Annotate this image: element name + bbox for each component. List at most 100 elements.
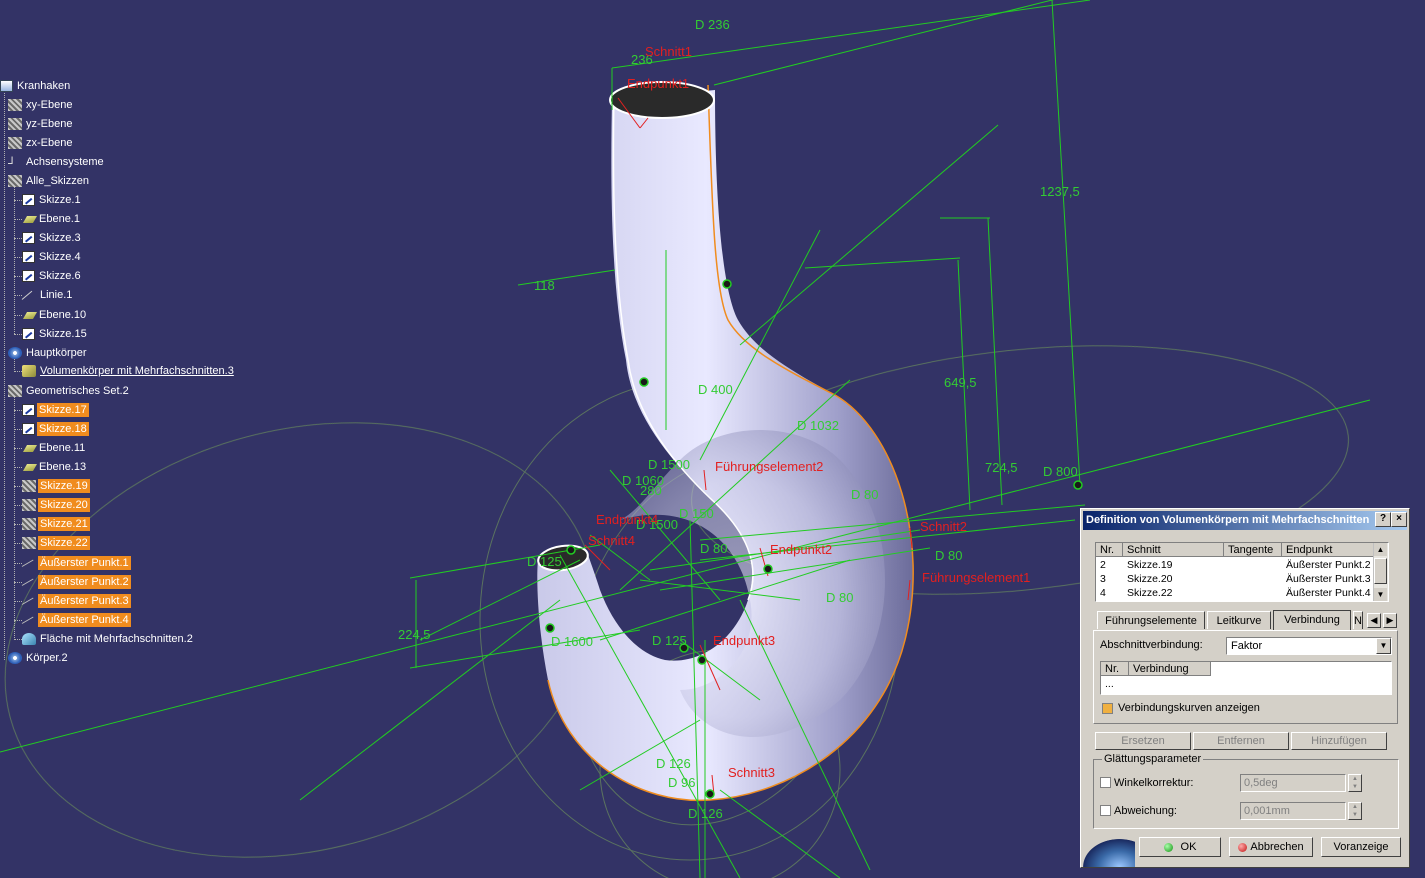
sections-header-nr[interactable]: Nr. xyxy=(1096,543,1123,557)
deviation-checkbox[interactable] xyxy=(1100,805,1111,816)
dimension-label[interactable]: D 125 xyxy=(652,633,687,648)
tree-node[interactable]: Skizze.4 xyxy=(22,249,83,265)
angular-correction-checkbox[interactable] xyxy=(1100,777,1111,788)
dimension-label[interactable]: D 126 xyxy=(656,756,691,771)
tree-node[interactable]: ⅃ Achsensysteme xyxy=(8,154,106,170)
angular-correction-input[interactable]: 0,5deg xyxy=(1240,774,1346,792)
coupling-header-verbindung[interactable]: Verbindung xyxy=(1129,662,1211,676)
tree-node[interactable]: Äußerster Punkt.4 xyxy=(22,612,131,628)
section-annotation[interactable]: Endpunkt2 xyxy=(770,542,832,557)
tree-node[interactable]: Volumenkörper mit Mehrfachschnitten.3 xyxy=(22,363,236,379)
section-annotation[interactable]: Endpunkt3 xyxy=(713,633,775,648)
tree-node[interactable]: Alle_Skizzen xyxy=(8,173,91,189)
tree-node[interactable]: Skizze.22 xyxy=(22,535,90,551)
dimension-label[interactable]: 649,5 xyxy=(944,375,977,390)
table-row[interactable]: ... xyxy=(1101,678,1391,691)
tree-node[interactable]: Skizze.3 xyxy=(22,230,83,246)
section-annotation[interactable]: Schnitt1 xyxy=(645,44,692,59)
scroll-up-icon[interactable]: ▲ xyxy=(1374,543,1387,556)
tab-nullwert[interactable]: Nullwert xyxy=(1353,611,1363,629)
multi-section-solid-dialog[interactable]: Definition von Volumenkörpern mit Mehrfa… xyxy=(1080,508,1410,868)
tree-node[interactable]: Ebene.1 xyxy=(22,211,82,227)
tree-node[interactable]: Skizze.17 xyxy=(22,402,89,418)
dimension-label[interactable]: D 1500 xyxy=(648,457,690,472)
deviation-input[interactable]: 0,001mm xyxy=(1240,802,1346,820)
tree-node[interactable]: Ebene.13 xyxy=(22,459,88,475)
dimension-label[interactable]: D 80 xyxy=(851,487,878,502)
tree-node[interactable]: Äußerster Punkt.3 xyxy=(22,593,131,609)
remove-button[interactable]: Entfernen xyxy=(1193,732,1289,750)
section-annotation[interactable]: Schnitt4 xyxy=(588,533,635,548)
dimension-label[interactable]: 118 xyxy=(534,278,555,293)
add-button[interactable]: Hinzufügen xyxy=(1291,732,1387,750)
show-coupling-curves-checkbox[interactable] xyxy=(1102,703,1113,714)
replace-button[interactable]: Ersetzen xyxy=(1095,732,1191,750)
dimension-label[interactable]: D 400 xyxy=(698,382,733,397)
tab-scroll-left-icon[interactable]: ◀ xyxy=(1367,613,1381,628)
angular-correction-spinner[interactable]: ▲ ▼ xyxy=(1348,774,1362,792)
table-row[interactable]: 3 Skizze.20 Äußerster Punkt.3 xyxy=(1096,573,1376,586)
table-row[interactable]: 4 Skizze.22 Äußerster Punkt.4 xyxy=(1096,587,1376,600)
scroll-down-icon[interactable]: ▼ xyxy=(1374,588,1387,601)
tree-node[interactable]: yz-Ebene xyxy=(8,116,74,132)
dimension-label[interactable]: 724,5 xyxy=(985,460,1018,475)
tree-node[interactable]: Hauptkörper xyxy=(8,345,89,361)
section-annotation[interactable]: Führungselement2 xyxy=(715,459,823,474)
tree-node[interactable]: zx-Ebene xyxy=(8,135,74,151)
tree-node[interactable]: Linie.1 xyxy=(22,287,74,303)
tree-node[interactable]: Skizze.15 xyxy=(22,326,89,342)
tree-node[interactable]: Äußerster Punkt.2 xyxy=(22,574,131,590)
dimension-label[interactable]: 1237,5 xyxy=(1040,184,1080,199)
dimension-label[interactable]: D 800 xyxy=(1043,464,1078,479)
dimension-label[interactable]: 224,5 xyxy=(398,627,431,642)
preview-button[interactable]: Voranzeige xyxy=(1321,837,1401,857)
tree-node[interactable]: Skizze.19 xyxy=(22,478,90,494)
tree-node[interactable]: Skizze.6 xyxy=(22,268,83,284)
dimension-label[interactable]: D 80 xyxy=(700,541,727,556)
dimension-label[interactable]: D 125 xyxy=(527,554,562,569)
tree-node[interactable]: Skizze.20 xyxy=(22,497,90,513)
tree-node[interactable]: Skizze.18 xyxy=(22,421,89,437)
sections-scrollbar[interactable]: ▲ ▼ xyxy=(1373,543,1388,601)
tree-node[interactable]: Körper.2 xyxy=(8,650,70,666)
tab-fuehrungselemente[interactable]: Führungselemente xyxy=(1097,611,1205,629)
tree-node[interactable]: Skizze.21 xyxy=(22,516,90,532)
dimension-label[interactable]: D 236 xyxy=(695,17,730,32)
section-annotation[interactable]: Endpunkt4 xyxy=(596,512,658,527)
hook-solid[interactable] xyxy=(537,81,914,802)
tree-node[interactable]: Skizze.1 xyxy=(22,192,83,208)
section-annotation[interactable]: Führungselement1 xyxy=(922,570,1030,585)
help-button[interactable]: ? xyxy=(1375,512,1391,527)
dimension-label[interactable]: D 126 xyxy=(688,806,723,821)
section-annotation[interactable]: Endpunkt1 xyxy=(627,76,689,91)
sections-header-endpunkt[interactable]: Endpunkt xyxy=(1282,543,1374,557)
ok-button[interactable]: OK xyxy=(1139,837,1221,857)
sections-table[interactable]: Nr. Schnitt Tangente Endpunkt 2 Skizze.1… xyxy=(1095,542,1389,602)
tab-strip[interactable]: Führungselemente Leitkurve Verbindung Nu… xyxy=(1095,610,1401,631)
sections-header-schnitt[interactable]: Schnitt xyxy=(1123,543,1224,557)
coupling-select[interactable]: Faktor ▼ xyxy=(1226,637,1392,655)
dimension-label[interactable]: D 1032 xyxy=(797,418,839,433)
dimension-label[interactable]: D 80 xyxy=(826,590,853,605)
table-row[interactable]: 2 Skizze.19 Äußerster Punkt.2 xyxy=(1096,559,1376,572)
tree-node[interactable]: Äußerster Punkt.1 xyxy=(22,555,131,571)
dimension-label[interactable]: D 150 xyxy=(679,506,714,521)
coupling-table[interactable]: Nr. Verbindung ... xyxy=(1100,661,1392,695)
tab-scroll-right-icon[interactable]: ▶ xyxy=(1383,613,1397,628)
scroll-thumb[interactable] xyxy=(1374,558,1387,584)
chevron-down-icon[interactable]: ▼ xyxy=(1376,638,1391,654)
dimension-label[interactable]: D 96 xyxy=(668,775,695,790)
sections-header-tangente[interactable]: Tangente xyxy=(1224,543,1282,557)
deviation-spinner[interactable]: ▲ ▼ xyxy=(1348,802,1362,820)
tab-verbindung[interactable]: Verbindung xyxy=(1273,610,1351,630)
tree-node[interactable]: Geometrisches Set.2 xyxy=(8,383,131,399)
tree-node[interactable]: Ebene.11 xyxy=(22,440,87,456)
dimension-label[interactable]: D 80 xyxy=(935,548,962,563)
section-annotation[interactable]: Schnitt2 xyxy=(920,519,967,534)
close-button[interactable]: × xyxy=(1391,512,1407,527)
tab-leitkurve[interactable]: Leitkurve xyxy=(1207,611,1271,629)
section-annotation[interactable]: Schnitt3 xyxy=(728,765,775,780)
dimension-label[interactable]: 280 xyxy=(640,483,662,498)
cancel-button[interactable]: Abbrechen xyxy=(1229,837,1313,857)
tree-node[interactable]: xy-Ebene xyxy=(8,97,74,113)
